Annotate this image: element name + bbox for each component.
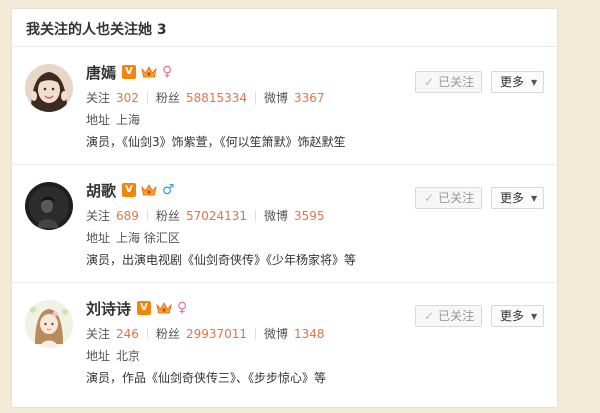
person-info: 胡歌 V ♂ 关注 689 粉丝 57024131 微博 3595 地址 上海 徐汇区 演员…: [86, 179, 356, 268]
weibo-stat[interactable]: 微博 3367: [264, 89, 325, 106]
address-row: 地址 北京: [86, 349, 141, 363]
caret-down-icon: ▼: [531, 312, 538, 321]
address-value: 上海 徐汇区: [116, 231, 180, 245]
person-name[interactable]: 胡歌: [86, 180, 116, 201]
avatar[interactable]: [25, 300, 73, 348]
stats-row: 关注 689 粉丝 57024131 微博 3595: [86, 207, 356, 225]
divider: [255, 210, 257, 221]
person-item: 刘诗诗 V ♀ 关注 246 粉丝 29937011 微博 1348 地址 北京 演员，作品…: [12, 283, 557, 401]
follow-stat[interactable]: 关注 302: [86, 89, 139, 106]
divider: [255, 92, 257, 103]
name-row: 唐嫣 V ♀: [86, 61, 346, 83]
female-gender-icon: ♀: [162, 64, 173, 80]
divider: [146, 328, 148, 339]
address-value: 北京: [116, 349, 141, 363]
stats-row: 关注 302 粉丝 58815334 微博 3367: [86, 89, 346, 107]
caret-down-icon: ▼: [531, 78, 538, 87]
name-row: 刘诗诗 V ♀: [86, 297, 326, 319]
followed-button[interactable]: ✓ 已关注: [415, 187, 482, 209]
person-intro: 演员，《仙剑3》饰紫萱，《何以笙箫默》饰赵默笙: [86, 135, 346, 149]
verified-badge-icon[interactable]: V: [137, 301, 152, 315]
follow-stat[interactable]: 关注 689: [86, 207, 139, 224]
person-info: 唐嫣 V ♀ 关注 302 粉丝 58815334 微博 3367 地址 上海 演员，《仙剑…: [86, 61, 346, 150]
vip-crown-icon[interactable]: [141, 65, 157, 79]
name-row: 胡歌 V ♂: [86, 179, 356, 201]
check-icon: ✓: [424, 191, 435, 205]
fans-stat[interactable]: 粉丝 57024131: [156, 207, 247, 224]
caret-down-icon: ▼: [531, 194, 538, 203]
person-intro: 演员，作品《仙剑奇侠传三》、《步步惊心》等: [86, 371, 327, 385]
more-button[interactable]: 更多 ▼: [491, 305, 544, 327]
fans-stat[interactable]: 粉丝 58815334: [156, 89, 247, 106]
vip-crown-icon[interactable]: [156, 301, 172, 315]
avatar-image: [25, 300, 73, 348]
person-item: 唐嫣 V ♀ 关注 302 粉丝 58815334 微博 3367 地址 上海 演员，《仙剑…: [12, 47, 557, 165]
avatar-image: [25, 182, 73, 230]
vip-crown-icon[interactable]: [141, 183, 157, 197]
divider: [255, 328, 257, 339]
person-info: 刘诗诗 V ♀ 关注 246 粉丝 29937011 微博 1348 地址 北京 演员，作品…: [86, 297, 326, 386]
avatar-image: [25, 64, 73, 112]
address-row: 地址 上海 徐汇区: [86, 231, 180, 245]
address-value: 上海: [116, 113, 141, 127]
male-gender-icon: ♂: [162, 182, 175, 198]
stats-row: 关注 246 粉丝 29937011 微博 1348: [86, 325, 326, 343]
related-follow-card: 我关注的人也关注她 3 唐嫣 V ♀ 关注 302 粉丝 58815334 微博…: [11, 8, 558, 408]
avatar[interactable]: [25, 64, 73, 112]
followed-button[interactable]: ✓ 已关注: [415, 71, 482, 93]
weibo-stat[interactable]: 微博 1348: [264, 325, 325, 342]
divider: [146, 210, 148, 221]
divider: [146, 92, 148, 103]
followed-button[interactable]: ✓ 已关注: [415, 305, 482, 327]
person-intro: 演员，出演电视剧《仙剑奇侠传》《少年杨家将》等: [86, 253, 357, 267]
person-name[interactable]: 唐嫣: [86, 62, 116, 83]
weibo-stat[interactable]: 微博 3595: [264, 207, 325, 224]
check-icon: ✓: [424, 309, 435, 323]
more-button[interactable]: 更多 ▼: [491, 71, 544, 93]
verified-badge-icon[interactable]: V: [122, 183, 137, 197]
address-row: 地址 上海: [86, 113, 141, 127]
fans-stat[interactable]: 粉丝 29937011: [156, 325, 247, 342]
more-button[interactable]: 更多 ▼: [491, 187, 544, 209]
avatar[interactable]: [25, 182, 73, 230]
follow-stat[interactable]: 关注 246: [86, 325, 139, 342]
card-title: 我关注的人也关注她 3: [26, 22, 167, 38]
check-icon: ✓: [424, 75, 435, 89]
person-name[interactable]: 刘诗诗: [86, 298, 131, 319]
female-gender-icon: ♀: [177, 300, 188, 316]
person-item: 胡歌 V ♂ 关注 689 粉丝 57024131 微博 3595 地址 上海 徐汇区 演员…: [12, 165, 557, 283]
verified-badge-icon[interactable]: V: [122, 65, 137, 79]
card-header: 我关注的人也关注她 3: [12, 9, 557, 47]
